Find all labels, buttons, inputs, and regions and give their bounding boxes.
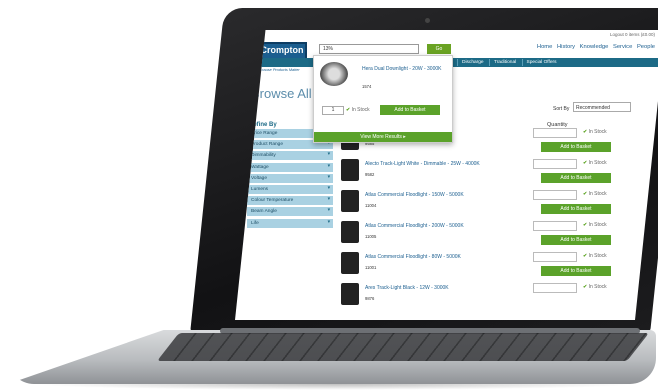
search-suggestions: Hera Dual Downlight - 20W - 3000K 1574 1…: [313, 55, 453, 143]
nav-service[interactable]: Service: [613, 44, 632, 50]
filter-colour-temperature[interactable]: Colour Temperature: [247, 196, 333, 206]
purchase-row: ✔ In Stock Add to Basket: [533, 221, 633, 252]
suggestion-name[interactable]: Hera Dual Downlight - 20W - 3000K: [362, 66, 442, 72]
quantity-field[interactable]: [533, 190, 577, 200]
list-item[interactable]: Atlas Commercial Floodlight - 200W - 500…: [341, 219, 541, 250]
purchase-row: ✔ In Stock Add to Basket: [533, 159, 633, 190]
product-image[interactable]: [341, 252, 359, 274]
webpage: Logout 0 items (£0.00) Crompton LAMPS Be…: [235, 30, 658, 320]
add-to-basket-button[interactable]: Add to Basket: [541, 235, 611, 245]
nav-discharge[interactable]: Discharge: [457, 59, 488, 66]
add-to-basket-button[interactable]: Add to Basket: [541, 266, 611, 276]
filter-life[interactable]: Life: [247, 218, 333, 228]
purchase-row: ✔ In Stock Add to Basket: [533, 252, 633, 283]
product-code: 9876: [365, 296, 375, 301]
stock-status: ✔ In Stock: [583, 129, 607, 135]
check-icon: ✔: [583, 222, 588, 228]
quantity-field[interactable]: [533, 221, 577, 231]
product-code: 11004: [365, 203, 377, 208]
product-name[interactable]: Alecto Track-Light White - Dimmable - 25…: [365, 161, 515, 167]
add-to-basket-button[interactable]: Add to Basket: [541, 173, 611, 183]
list-item[interactable]: Alecto Track-Light White - Dimmable - 25…: [341, 157, 541, 188]
quantity-field[interactable]: [533, 159, 577, 169]
nav-home[interactable]: Home: [537, 44, 552, 50]
view-more-results-button[interactable]: View More Results ▸: [314, 132, 452, 142]
filter-list: Price Range Product Range Dimmability Wa…: [247, 129, 333, 230]
product-image[interactable]: [341, 159, 359, 181]
check-icon: ✔: [583, 129, 588, 135]
search-input[interactable]: 13%: [319, 44, 419, 54]
product-code: 11005: [365, 234, 377, 239]
sort-label: Sort By: [553, 106, 570, 112]
purchase-row: ✔ In Stock: [533, 283, 633, 314]
nav-history[interactable]: History: [557, 44, 575, 50]
account-bar[interactable]: Logout 0 items (£0.00): [610, 32, 655, 37]
nav-knowledge[interactable]: Knowledge: [580, 44, 609, 50]
suggestion-add-button[interactable]: Add to Basket: [380, 105, 440, 115]
check-icon: ✔: [346, 107, 351, 113]
check-icon: ✔: [583, 191, 588, 197]
suggestion-quantity-field[interactable]: 1: [322, 106, 344, 115]
list-item[interactable]: Ares Track-Light Black - 12W - 3000K 987…: [341, 281, 541, 312]
filter-dimmability[interactable]: Dimmability: [247, 151, 333, 161]
product-image[interactable]: [341, 283, 359, 305]
filter-voltage[interactable]: Voltage: [247, 173, 333, 183]
product-image[interactable]: [341, 221, 359, 243]
suggestion-code: 1574: [362, 84, 372, 89]
category-links: Discharge Traditional Special Offers: [457, 59, 561, 66]
product-name[interactable]: Ares Track-Light Black - 12W - 3000K: [365, 285, 515, 291]
search-go-button[interactable]: Go: [427, 44, 451, 54]
suggestion-image[interactable]: [320, 62, 348, 86]
nav-people[interactable]: People: [637, 44, 655, 50]
stock-status: ✔ In Stock: [583, 284, 607, 290]
sort-select[interactable]: Recommended: [573, 102, 631, 112]
quantity-field[interactable]: [533, 252, 577, 262]
nav-traditional[interactable]: Traditional: [488, 59, 521, 66]
camera: [425, 18, 430, 23]
screen: Logout 0 items (£0.00) Crompton LAMPS Be…: [235, 30, 658, 320]
product-image[interactable]: [341, 190, 359, 212]
purchase-row: ✔ In Stock Add to Basket: [533, 128, 633, 159]
filter-beam-angle[interactable]: Beam Angle: [247, 207, 333, 217]
stock-status: ✔ In Stock: [583, 222, 607, 228]
filter-wattage[interactable]: Wattage: [247, 162, 333, 172]
stock-status: ✔ In Stock: [583, 191, 607, 197]
check-icon: ✔: [583, 253, 588, 259]
add-to-basket-button[interactable]: Add to Basket: [541, 204, 611, 214]
check-icon: ✔: [583, 284, 588, 290]
product-name[interactable]: Atlas Commercial Floodlight - 80W - 5000…: [365, 254, 515, 260]
product-name[interactable]: Atlas Commercial Floodlight - 200W - 500…: [365, 223, 515, 229]
purchase-column: ✔ In Stock Add to Basket ✔ In Stock Add …: [533, 128, 633, 314]
filter-lumens[interactable]: Lumens: [247, 184, 333, 194]
check-icon: ✔: [583, 160, 588, 166]
product-list: - 25W - 9585 Alecto Track-Light White - …: [341, 126, 541, 312]
keyboard: [157, 333, 649, 361]
product-code: 9582: [365, 172, 375, 177]
top-nav: Home History Knowledge Service People: [534, 44, 655, 50]
purchase-row: ✔ In Stock Add to Basket: [533, 190, 633, 221]
stock-status: ✔ In Stock: [583, 160, 607, 166]
suggestion-stock: ✔ In Stock: [346, 107, 370, 113]
logo-tagline: Because Products Matter: [257, 68, 300, 72]
product-name[interactable]: Atlas Commercial Floodlight - 150W - 500…: [365, 192, 515, 198]
logo-name: Crompton: [260, 45, 304, 55]
quantity-field[interactable]: [533, 128, 577, 138]
list-item[interactable]: Atlas Commercial Floodlight - 80W - 5000…: [341, 250, 541, 281]
add-to-basket-button[interactable]: Add to Basket: [541, 142, 611, 152]
stock-status: ✔ In Stock: [583, 253, 607, 259]
list-item[interactable]: Atlas Commercial Floodlight - 150W - 500…: [341, 188, 541, 219]
product-code: 11001: [365, 265, 377, 270]
nav-special-offers[interactable]: Special Offers: [521, 59, 561, 66]
quantity-field[interactable]: [533, 283, 577, 293]
